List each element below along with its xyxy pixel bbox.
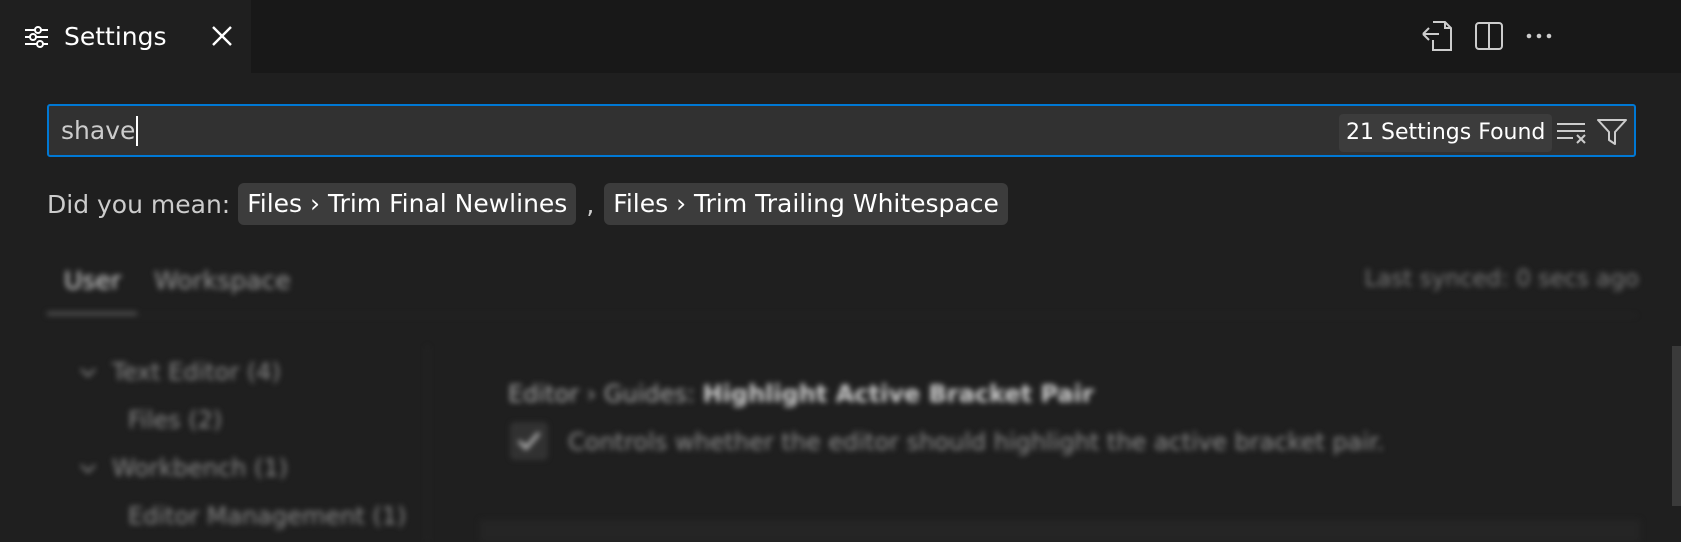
- suggestion-trim-trailing-whitespace[interactable]: Files › Trim Trailing Whitespace: [604, 183, 1008, 225]
- toc-item-workbench[interactable]: Workbench (1): [112, 454, 288, 482]
- toc-item-text-editor[interactable]: Text Editor (4): [112, 358, 281, 386]
- next-setting-row: [480, 520, 1640, 542]
- toc-item-files[interactable]: Files (2): [128, 406, 222, 434]
- scope-divider: [47, 315, 1636, 316]
- text-caret: [136, 116, 139, 146]
- setting-checkbox[interactable]: [511, 423, 547, 459]
- filter-icon[interactable]: [1596, 117, 1628, 147]
- sync-status: Last synced: 0 secs ago: [1364, 266, 1639, 292]
- tab-label: Settings: [64, 22, 167, 51]
- checkmark-icon: [517, 432, 541, 451]
- tab-user[interactable]: User: [64, 266, 121, 295]
- scrollbar-thumb[interactable]: [1672, 346, 1681, 506]
- search-value: shave: [61, 116, 139, 146]
- settings-body: User Workspace Last synced: 0 secs ago T…: [0, 240, 1681, 542]
- setting-name: Highlight Active Bracket Pair: [702, 380, 1094, 408]
- setting-category: Editor › Guides:: [508, 380, 695, 408]
- open-settings-json-icon[interactable]: [1419, 18, 1455, 54]
- did-you-mean: Did you mean: Files › Trim Final Newline…: [47, 183, 1008, 225]
- setting-title: Editor › Guides: Highlight Active Bracke…: [508, 380, 1094, 408]
- settings-search-input[interactable]: shave 21 Settings Found: [47, 104, 1636, 157]
- editor-tab-bar: Settings: [0, 0, 1681, 73]
- tab-workspace[interactable]: Workspace: [154, 266, 291, 295]
- settings-count-badge: 21 Settings Found: [1339, 114, 1553, 152]
- setting-description: Controls whether the editor should highl…: [568, 428, 1385, 456]
- suggestion-separator: ,: [586, 189, 595, 219]
- clear-filter-icon[interactable]: [1555, 118, 1589, 146]
- toc-item-editor-management[interactable]: Editor Management (1): [128, 502, 406, 530]
- did-you-mean-label: Did you mean:: [47, 189, 231, 219]
- settings-tab[interactable]: Settings: [0, 0, 251, 73]
- settings-sliders-icon: [25, 26, 48, 48]
- suggestion-trim-final-newlines[interactable]: Files › Trim Final Newlines: [238, 183, 577, 225]
- toc-divider: [427, 346, 428, 542]
- close-icon[interactable]: [208, 22, 236, 50]
- more-actions-icon[interactable]: [1521, 18, 1557, 54]
- chevron-down-icon: [80, 464, 96, 474]
- split-editor-icon[interactable]: [1471, 18, 1507, 54]
- chevron-down-icon: [80, 368, 96, 378]
